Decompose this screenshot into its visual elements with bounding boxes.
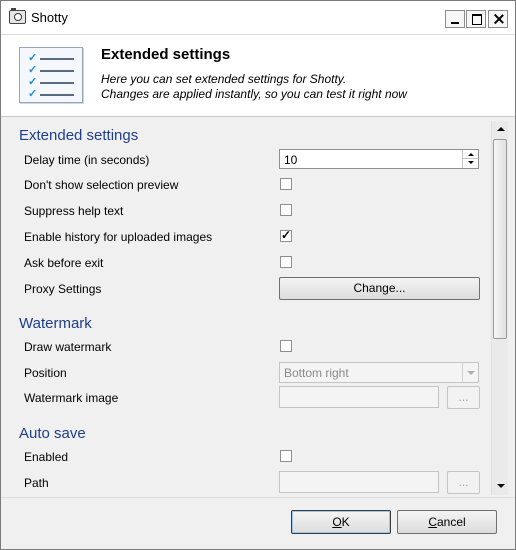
header-banner: ✓ ✓ ✓ ✓ Extended settings Here you can s… [1, 35, 515, 117]
delay-label: Delay time (in seconds) [24, 153, 150, 167]
close-button[interactable] [488, 10, 508, 28]
ok-mnemonic: O [332, 515, 342, 529]
delay-value[interactable]: 10 [284, 153, 297, 167]
proxy-change-button[interactable]: Change... [279, 277, 480, 300]
scrollbar-thumb[interactable] [493, 139, 507, 339]
autosave-path-label: Path [24, 476, 49, 490]
proxy-label: Proxy Settings [24, 282, 102, 296]
ok-button[interactable]: OK [291, 510, 391, 534]
settings-content: Extended settings Delay time (in seconds… [9, 121, 491, 495]
spin-down-icon[interactable] [462, 159, 478, 168]
section-title-extended: Extended settings [19, 127, 139, 144]
delay-spinbox[interactable]: 10 [279, 149, 479, 169]
checklist-icon: ✓ ✓ ✓ ✓ [19, 47, 83, 103]
autosave-enabled-label: Enabled [24, 450, 69, 464]
app-camera-icon [9, 8, 26, 24]
window-title: Shotty [31, 10, 68, 25]
title-bar[interactable]: Shotty [1, 1, 515, 35]
autosave-browse-button[interactable]: ... [447, 471, 480, 494]
ok-label-rest: K [341, 515, 350, 529]
cancel-mnemonic: C [428, 515, 437, 529]
header-description-line2: Changes are applied instantly, so you ca… [101, 87, 407, 101]
ask-exit-label: Ask before exit [24, 256, 104, 270]
settings-window: Shotty ✓ ✓ ✓ ✓ Extended settings Here yo… [0, 0, 516, 550]
cancel-label-rest: ancel [436, 515, 466, 529]
no-preview-checkbox[interactable] [280, 178, 292, 190]
spin-up-icon[interactable] [462, 150, 478, 159]
watermark-image-label: Watermark image [24, 391, 119, 405]
section-title-autosave: Auto save [19, 425, 86, 442]
draw-watermark-checkbox[interactable] [280, 340, 292, 352]
scroll-up-icon[interactable] [492, 121, 509, 138]
history-checkbox[interactable] [280, 228, 292, 242]
watermark-browse-button[interactable]: ... [447, 386, 480, 409]
header-description-line1: Here you can set extended settings for S… [101, 72, 347, 86]
position-label: Position [24, 366, 67, 380]
position-value: Bottom right [284, 366, 349, 380]
draw-watermark-label: Draw watermark [24, 340, 112, 354]
ask-exit-checkbox[interactable] [280, 256, 292, 268]
vertical-scrollbar[interactable] [491, 121, 508, 495]
autosave-enabled-checkbox[interactable] [280, 450, 292, 462]
suppress-help-checkbox[interactable] [280, 204, 292, 216]
history-label: Enable history for uploaded images [24, 230, 213, 244]
dialog-footer: OK Cancel [1, 497, 515, 549]
scroll-down-icon[interactable] [492, 478, 509, 495]
section-title-watermark: Watermark [19, 315, 92, 332]
spin-buttons [462, 150, 478, 168]
dropdown-arrow-icon[interactable] [462, 363, 478, 382]
header-description: Here you can set extended settings for S… [101, 72, 407, 102]
minimize-button[interactable] [445, 10, 465, 28]
maximize-button[interactable] [466, 10, 486, 28]
no-preview-label: Don't show selection preview [24, 178, 179, 192]
cancel-button[interactable]: Cancel [397, 510, 497, 534]
watermark-image-field[interactable] [279, 386, 439, 408]
position-dropdown[interactable]: Bottom right [279, 362, 479, 383]
header-title: Extended settings [101, 46, 231, 63]
suppress-help-label: Suppress help text [24, 204, 124, 218]
autosave-path-field[interactable] [279, 471, 439, 493]
